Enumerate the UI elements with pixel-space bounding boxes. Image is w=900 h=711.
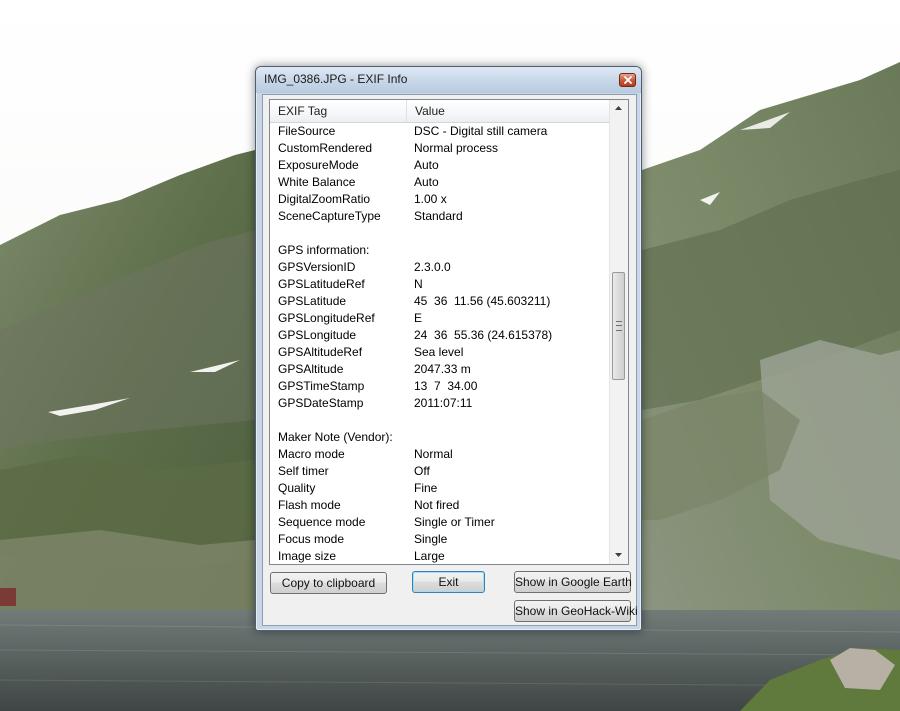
list-item[interactable]: GPSVersionID 2.3.0.0 xyxy=(270,259,610,276)
list-item[interactable] xyxy=(270,412,610,429)
exif-tag-cell: ExposureMode xyxy=(278,158,359,172)
exif-value-cell: Not fired xyxy=(414,498,460,512)
exif-tag-cell: GPSDateStamp xyxy=(278,396,364,410)
column-header-value[interactable]: Value xyxy=(407,100,610,122)
exif-tag-cell: SceneCaptureType xyxy=(278,209,381,223)
exif-value-cell: E xyxy=(414,311,423,325)
list-item[interactable]: Maker Note (Vendor): xyxy=(270,429,610,446)
list-item[interactable]: Flash mode Not fired xyxy=(270,497,610,514)
exif-tag-cell: Sequence mode xyxy=(278,515,366,529)
exif-tag-cell: Macro mode xyxy=(278,447,345,461)
column-header-exif-tag[interactable]: EXIF Tag xyxy=(270,100,407,122)
close-button[interactable] xyxy=(619,73,636,87)
exif-info-dialog: IMG_0386.JPG - EXIF Info EXIF Tag Value … xyxy=(255,66,642,631)
exif-tag-cell: GPSLongitude xyxy=(278,328,357,342)
list-item[interactable]: GPSLongitudeRef E xyxy=(270,310,610,327)
exif-value-cell: 2011:07:11 xyxy=(414,396,473,410)
vertical-scrollbar[interactable] xyxy=(609,100,628,564)
exif-tag-cell: GPSLatitude xyxy=(278,294,347,308)
exif-value-cell: Single xyxy=(414,532,448,546)
exif-tag-cell: Focus mode xyxy=(278,532,345,546)
exif-value-cell: 2047.33 m xyxy=(414,362,471,376)
exif-value-cell: 13 7 34.00 xyxy=(414,379,478,393)
exit-button[interactable]: Exit xyxy=(412,571,485,593)
exif-tag-cell: Self timer xyxy=(278,464,329,478)
exif-list[interactable]: EXIF Tag Value FileSource DSC - Digital s… xyxy=(269,99,629,565)
list-item[interactable]: GPSAltitudeRef Sea level xyxy=(270,344,610,361)
exif-tag-cell: Flash mode xyxy=(278,498,341,512)
show-in-geohack-wiki-button[interactable]: Show in GeoHack-Wiki xyxy=(514,600,638,622)
exif-value-cell: Single or Timer xyxy=(414,515,495,529)
list-item[interactable]: Self timer Off xyxy=(270,463,610,480)
exif-tag-cell: CustomRendered xyxy=(278,141,373,155)
list-item[interactable]: CustomRendered Normal process xyxy=(270,140,610,157)
exif-value-cell: Standard xyxy=(414,209,463,223)
show-in-google-earth-button[interactable]: Show in Google Earth xyxy=(514,571,632,593)
list-item[interactable]: GPSLatitudeRef N xyxy=(270,276,610,293)
exif-value-cell: Normal xyxy=(414,447,453,461)
list-item[interactable]: Sequence mode Single or Timer xyxy=(270,514,610,531)
scrollbar-thumb[interactable] xyxy=(612,272,625,380)
exif-tag-cell: GPSAltitudeRef xyxy=(278,345,363,359)
list-item[interactable]: DigitalZoomRatio 1.00 x xyxy=(270,191,610,208)
scroll-down-arrow-icon xyxy=(615,553,622,557)
title-bar[interactable]: IMG_0386.JPG - EXIF Info xyxy=(256,67,641,93)
list-rows: FileSource DSC - Digital still camera Cust… xyxy=(270,123,610,564)
copy-to-clipboard-button[interactable]: Copy to clipboard xyxy=(270,572,387,594)
list-item[interactable] xyxy=(270,225,610,242)
exif-value-cell: Auto xyxy=(414,158,439,172)
list-item[interactable]: Macro mode Normal xyxy=(270,446,610,463)
exif-tag-cell: GPSLatitudeRef xyxy=(278,277,365,291)
exif-tag-cell: GPSLongitudeRef xyxy=(278,311,375,325)
list-item[interactable]: GPSLatitude 45 36 11.56 (45.603211) xyxy=(270,293,610,310)
window-title: IMG_0386.JPG - EXIF Info xyxy=(264,72,408,86)
list-item[interactable]: GPSLongitude 24 36 55.36 (24.615378) xyxy=(270,327,610,344)
scroll-up-arrow-icon xyxy=(615,106,622,110)
exif-tag-cell: DigitalZoomRatio xyxy=(278,192,371,206)
list-header: EXIF Tag Value xyxy=(270,100,610,123)
list-item[interactable]: Quality Fine xyxy=(270,480,610,497)
exif-value-cell: 24 36 55.36 (24.615378) xyxy=(414,328,553,342)
exif-tag-cell: Image size xyxy=(278,549,337,563)
exif-value-cell: Large xyxy=(414,549,445,563)
scroll-up-button[interactable] xyxy=(610,100,628,117)
list-item[interactable]: Image size Large xyxy=(270,548,610,564)
list-item[interactable]: Focus mode Single xyxy=(270,531,610,548)
close-icon xyxy=(624,76,632,84)
exif-value-cell: Sea level xyxy=(414,345,464,359)
exif-value-cell: N xyxy=(414,277,423,291)
exif-tag-cell: Quality xyxy=(278,481,316,495)
exif-tag-cell: GPSTimeStamp xyxy=(278,379,365,393)
thumb-grip xyxy=(616,321,622,331)
exif-value-cell: 1.00 x xyxy=(414,192,447,206)
list-item[interactable]: SceneCaptureType Standard xyxy=(270,208,610,225)
exif-tag-cell: Maker Note (Vendor): xyxy=(278,430,393,444)
exif-value-cell: Off xyxy=(414,464,430,478)
exif-tag-cell: FileSource xyxy=(278,124,336,138)
list-item[interactable]: FileSource DSC - Digital still camera xyxy=(270,123,610,140)
exif-tag-cell: GPSAltitude xyxy=(278,362,344,376)
exif-value-cell: DSC - Digital still camera xyxy=(414,124,548,138)
scroll-down-button[interactable] xyxy=(610,547,628,564)
list-item[interactable]: White Balance Auto xyxy=(270,174,610,191)
list-item[interactable]: ExposureMode Auto xyxy=(270,157,610,174)
exif-tag-cell: GPSVersionID xyxy=(278,260,356,274)
exif-value-cell: Auto xyxy=(414,175,439,189)
exif-value-cell: 45 36 11.56 (45.603211) xyxy=(414,294,551,308)
exif-value-cell: Normal process xyxy=(414,141,499,155)
list-item[interactable]: GPSAltitude 2047.33 m xyxy=(270,361,610,378)
exif-value-cell: 2.3.0.0 xyxy=(414,260,451,274)
list-item[interactable]: GPS information: xyxy=(270,242,610,259)
list-item[interactable]: GPSTimeStamp 13 7 34.00 xyxy=(270,378,610,395)
list-item[interactable]: GPSDateStamp 2011:07:11 xyxy=(270,395,610,412)
exif-value-cell: Fine xyxy=(414,481,438,495)
exif-tag-cell: GPS information: xyxy=(278,243,370,257)
dialog-client-area: EXIF Tag Value FileSource DSC - Digital s… xyxy=(262,94,638,626)
exif-tag-cell: White Balance xyxy=(278,175,356,189)
